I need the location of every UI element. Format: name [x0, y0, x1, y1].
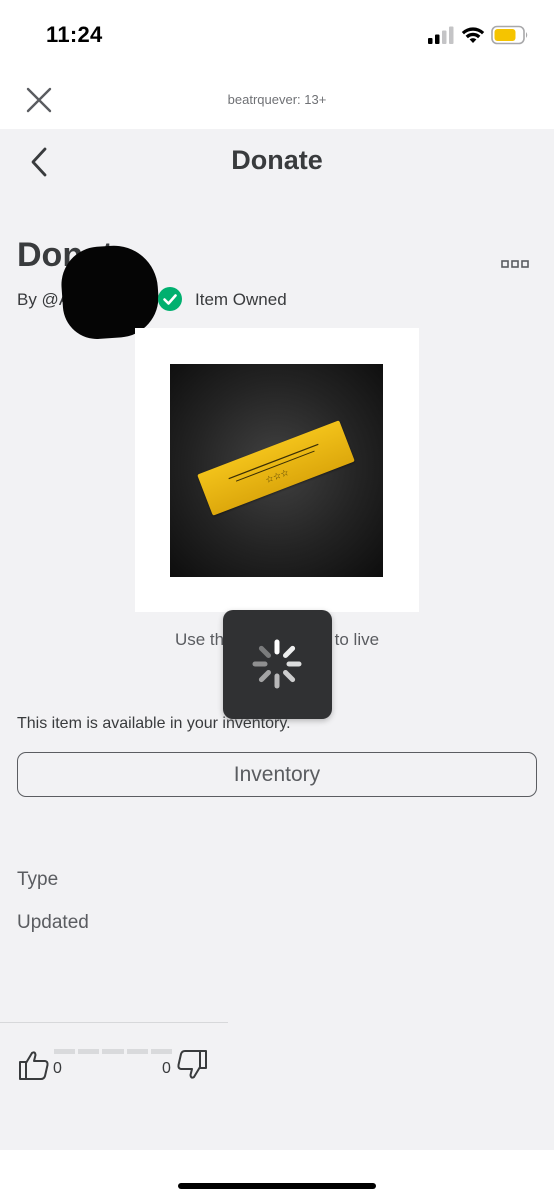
- available-inventory-text: This item is available in your inventory…: [17, 715, 291, 732]
- item-owned-label: Item Owned: [195, 290, 287, 309]
- vote-bar-segment: [102, 1049, 124, 1054]
- thumbs-up-icon[interactable]: [17, 1048, 51, 1082]
- type-label: Type: [17, 869, 59, 890]
- battery-icon: [491, 25, 528, 45]
- section-divider: [0, 1022, 228, 1023]
- thumbs-down-icon[interactable]: [175, 1048, 209, 1082]
- cellular-signal-icon: [428, 26, 454, 44]
- wifi-icon: [461, 27, 485, 43]
- page-header: Donate: [0, 129, 554, 193]
- item-thumbnail-frame: ☆☆☆: [135, 328, 419, 612]
- ticket-detail-icon: ☆☆☆: [228, 443, 319, 486]
- more-horizontal-icon[interactable]: [501, 258, 529, 270]
- item-thumbnail: ☆☆☆: [170, 364, 383, 577]
- home-indicator[interactable]: [178, 1183, 376, 1189]
- upvote-count: 0: [53, 1060, 62, 1077]
- status-bar: 11:24: [0, 0, 554, 70]
- redaction-mark: [58, 242, 162, 342]
- updated-label: Updated: [17, 912, 89, 933]
- loading-overlay: [223, 610, 332, 719]
- inventory-button[interactable]: Inventory: [17, 752, 537, 797]
- bottom-bar: [0, 1150, 554, 1200]
- vote-bar-segment: [78, 1049, 100, 1054]
- vote-bar-segment: [54, 1049, 76, 1054]
- vote-bar-segment: [126, 1049, 148, 1054]
- svg-text:☆☆☆: ☆☆☆: [264, 468, 290, 486]
- vote-bar-segment: [150, 1049, 173, 1054]
- vote-ratio-bar: [54, 1049, 173, 1054]
- modal-top-bar: beatrquever: 13+: [0, 70, 554, 129]
- gold-ticket-image: ☆☆☆: [197, 420, 355, 516]
- downvote-count: 0: [162, 1060, 171, 1077]
- loading-spinner-icon: [252, 639, 302, 689]
- status-time: 11:24: [46, 22, 103, 47]
- check-circle-icon: [158, 287, 182, 311]
- modal-caption: beatrquever: 13+: [227, 92, 327, 107]
- page-title: Donate: [231, 145, 323, 175]
